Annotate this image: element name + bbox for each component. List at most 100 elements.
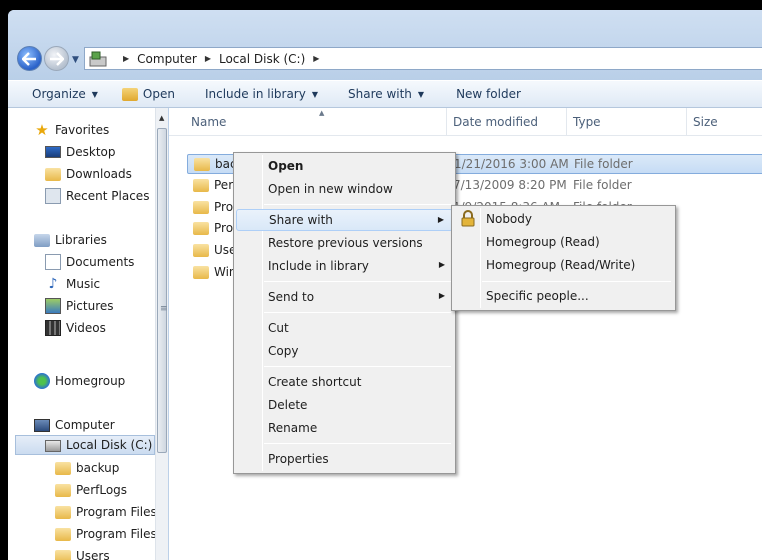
nav-pictures[interactable]: Pictures: [45, 296, 114, 316]
nav-favorites[interactable]: ★ Favorites: [34, 120, 109, 140]
nav-label: Pictures: [66, 299, 114, 313]
organize-button[interactable]: Organize ▼: [8, 87, 110, 101]
menu-item-share-with[interactable]: Share with ▶: [236, 209, 453, 231]
column-name[interactable]: Name: [185, 108, 447, 136]
open-button[interactable]: Open: [110, 87, 187, 101]
nav-label: Homegroup: [55, 374, 126, 388]
column-label: Date modified: [453, 115, 539, 129]
menu-separator: [482, 281, 671, 282]
nav-homegroup[interactable]: Homegroup: [34, 371, 125, 391]
folder-icon: [55, 484, 71, 497]
menu-item-nobody[interactable]: Nobody: [454, 208, 673, 230]
menu-item-create-shortcut[interactable]: Create shortcut: [236, 371, 453, 393]
breadcrumb-separator-icon[interactable]: ▶: [205, 54, 211, 63]
menu-label: Restore previous versions: [268, 236, 423, 250]
folder-icon: [193, 266, 209, 279]
computer-icon: [34, 418, 50, 432]
scroll-up-icon[interactable]: ▲: [159, 114, 164, 122]
recent-pages-dropdown[interactable]: ▼: [72, 55, 79, 65]
videos-icon: [45, 320, 61, 336]
menu-item-homegroup-read[interactable]: Homegroup (Read): [454, 231, 673, 253]
breadcrumb-computer[interactable]: Computer: [137, 52, 197, 66]
submenu-arrow-icon: ▶: [438, 260, 445, 269]
back-button[interactable]: [17, 46, 42, 71]
submenu-arrow-icon: ▶: [437, 215, 444, 224]
organize-label: Organize: [32, 87, 86, 101]
nav-folder-program-files-x86[interactable]: Program Files (: [55, 524, 165, 544]
menu-item-cut[interactable]: Cut: [236, 317, 453, 339]
menu-label: Specific people...: [486, 289, 589, 303]
new-folder-button[interactable]: New folder: [436, 87, 533, 101]
menu-item-properties[interactable]: Properties: [236, 448, 453, 470]
recent-places-icon: [45, 188, 61, 204]
nav-label: Local Disk (C:): [66, 438, 153, 452]
nav-label: Desktop: [66, 145, 116, 159]
new-folder-label: New folder: [456, 87, 521, 101]
file-date: 1/21/2016 3:00 AM: [454, 157, 569, 171]
navigation-pane: ★ Favorites Desktop Downloads Recent Plac…: [8, 108, 168, 560]
nav-label: Videos: [66, 321, 106, 335]
nav-scrollbar[interactable]: ▲ ≡: [155, 108, 168, 560]
column-size[interactable]: Size: [687, 108, 762, 136]
menu-item-specific-people[interactable]: Specific people...: [454, 285, 673, 307]
nav-computer[interactable]: Computer: [34, 415, 115, 435]
share-with-button[interactable]: Share with ▼: [330, 87, 436, 101]
pictures-icon: [45, 298, 61, 314]
arrow-right-icon: [50, 52, 64, 66]
nav-label: Downloads: [66, 167, 132, 181]
menu-item-homegroup-readwrite[interactable]: Homegroup (Read/Write): [454, 254, 673, 276]
folder-icon: [55, 506, 71, 519]
command-bar: Organize ▼ Open Include in library ▼ Share…: [8, 80, 762, 108]
nav-desktop[interactable]: Desktop: [45, 142, 116, 162]
menu-item-open-new-window[interactable]: Open in new window: [236, 178, 453, 200]
nav-local-disk[interactable]: Local Disk (C:): [15, 435, 155, 455]
file-type: File folder: [573, 178, 632, 192]
menu-item-include-in-library[interactable]: Include in library ▶: [236, 255, 453, 277]
nav-downloads[interactable]: Downloads: [45, 164, 132, 184]
nav-music[interactable]: ♪ Music: [45, 274, 101, 294]
menu-label: Homegroup (Read/Write): [486, 258, 636, 272]
scrollbar-thumb[interactable]: ≡: [157, 128, 168, 453]
nav-label: Recent Places: [66, 189, 150, 203]
menu-label: Properties: [268, 452, 329, 466]
nav-folder-perflogs[interactable]: PerfLogs: [55, 480, 127, 500]
menu-item-open[interactable]: Open: [236, 155, 453, 177]
column-label: Size: [693, 115, 718, 129]
breadcrumb-local-disk[interactable]: Local Disk (C:): [219, 52, 305, 66]
file-type: File folder: [574, 157, 633, 171]
menu-separator: [264, 312, 451, 313]
column-date-modified[interactable]: Date modified: [447, 108, 567, 136]
lock-icon: [460, 210, 476, 227]
menu-item-restore-previous[interactable]: Restore previous versions: [236, 232, 453, 254]
column-type[interactable]: Type: [567, 108, 687, 136]
nav-folder-users[interactable]: Users: [55, 546, 110, 560]
forward-button[interactable]: [44, 46, 69, 71]
nav-libraries[interactable]: Libraries: [34, 230, 107, 250]
include-in-library-label: Include in library: [204, 87, 306, 101]
menu-item-delete[interactable]: Delete: [236, 394, 453, 416]
folder-icon: [193, 244, 209, 257]
nav-folder-backup[interactable]: backup: [55, 458, 119, 478]
breadcrumb-separator-icon[interactable]: ▶: [313, 54, 319, 63]
menu-label: Share with: [269, 213, 333, 227]
nav-videos[interactable]: Videos: [45, 318, 106, 338]
menu-item-send-to[interactable]: Send to ▶: [236, 286, 453, 308]
nav-folder-program-files[interactable]: Program Files: [55, 502, 157, 522]
context-menu: Open Open in new window Share with ▶ Rest…: [233, 152, 456, 474]
nav-label: PerfLogs: [76, 483, 128, 497]
music-note-icon: ♪: [48, 276, 58, 292]
menu-label: Rename: [268, 421, 318, 435]
homegroup-icon: [34, 373, 50, 389]
documents-icon: [45, 254, 61, 270]
include-in-library-button[interactable]: Include in library ▼: [187, 87, 330, 101]
menu-label: Homegroup (Read): [486, 235, 600, 249]
share-with-submenu: Nobody Homegroup (Read) Homegroup (Read/…: [451, 205, 676, 311]
nav-recent-places[interactable]: Recent Places: [45, 186, 149, 206]
nav-documents[interactable]: Documents: [45, 252, 134, 272]
menu-separator: [264, 366, 451, 367]
menu-label: Open: [268, 159, 304, 173]
breadcrumb-separator-icon[interactable]: ▶: [123, 54, 129, 63]
menu-item-copy[interactable]: Copy: [236, 340, 453, 362]
address-bar[interactable]: ▶ Computer ▶ Local Disk (C:) ▶: [84, 47, 762, 70]
menu-item-rename[interactable]: Rename: [236, 417, 453, 439]
